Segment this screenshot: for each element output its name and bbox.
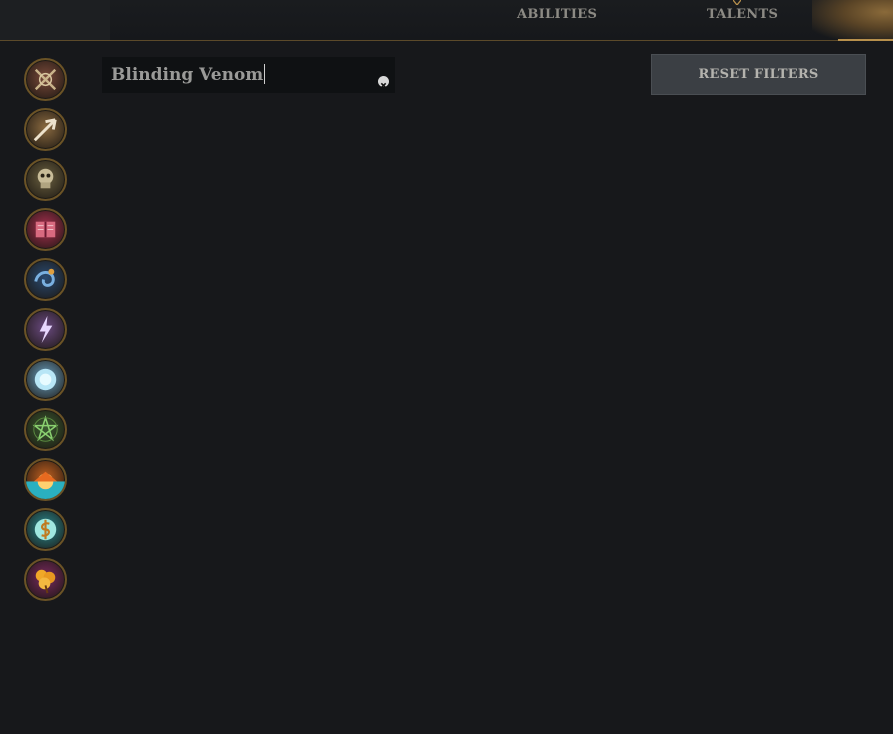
filter-water-swirl-button[interactable]	[24, 258, 67, 301]
tab-active[interactable]	[812, 0, 893, 40]
reset-filters-button[interactable]: RESET FILTERS	[651, 54, 866, 95]
filter-golden-flower-button[interactable]	[24, 558, 67, 601]
clear-search-icon[interactable]	[378, 76, 389, 89]
coin-rune-icon	[34, 518, 57, 541]
filter-crossed-bow-button[interactable]	[24, 58, 67, 101]
tab-diamond-icon	[733, 0, 741, 5]
filter-sunset-button[interactable]	[24, 458, 67, 501]
search-value: Blinding Venom	[111, 65, 264, 85]
golden-flower-icon	[35, 569, 56, 594]
tab-active-underline	[838, 39, 893, 41]
filter-lightning-button[interactable]	[24, 308, 67, 351]
top-navigation-bar: ABILITIES TALENTS	[0, 0, 893, 41]
water-swirl-icon	[34, 268, 55, 287]
crossed-bow-icon	[34, 68, 57, 91]
tab-talents[interactable]: TALENTS	[707, 7, 778, 22]
search-input[interactable]: Blinding Venom	[111, 64, 266, 85]
tab-abilities[interactable]: ABILITIES	[517, 7, 597, 22]
search-field[interactable]: Blinding Venom	[102, 57, 395, 93]
filter-pentagram-button[interactable]	[24, 408, 67, 451]
spellbook-icon	[35, 221, 56, 238]
filter-skull-button[interactable]	[24, 158, 67, 201]
frost-orb-icon	[34, 368, 57, 391]
filter-arrow-button[interactable]	[24, 108, 67, 151]
pentagram-icon	[32, 415, 59, 442]
text-caret	[264, 64, 266, 84]
topbar-left-panel	[0, 0, 110, 40]
sunset-icon	[26, 471, 65, 499]
lightning-icon	[39, 315, 53, 344]
filter-coin-rune-button[interactable]	[24, 508, 67, 551]
filter-frost-orb-button[interactable]	[24, 358, 67, 401]
arrow-icon	[33, 118, 57, 142]
filter-spellbook-button[interactable]	[24, 208, 67, 251]
skull-icon	[37, 168, 54, 189]
